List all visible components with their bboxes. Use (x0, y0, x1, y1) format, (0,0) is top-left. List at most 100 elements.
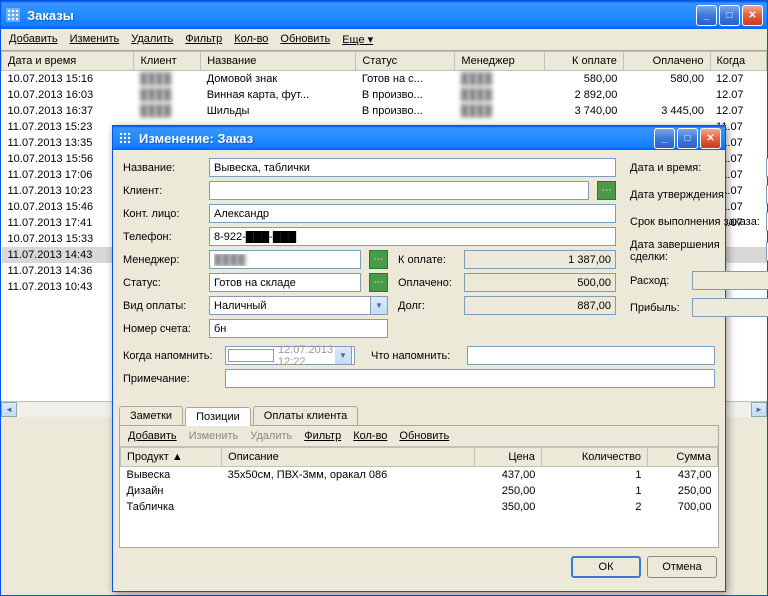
table-row[interactable]: Вывеска35х50см, ПВХ-3мм, оракал 086437,0… (121, 467, 718, 484)
name-input[interactable] (209, 158, 616, 177)
column-header[interactable]: Продукт ▲ (121, 448, 222, 467)
closedate-label: Дата завершения сделки: (630, 239, 760, 263)
toolbar-item[interactable]: Добавить (128, 430, 177, 442)
minimize-button[interactable]: _ (696, 5, 717, 26)
column-header[interactable]: Клиент (134, 52, 201, 71)
remindwhat-label: Что напомнить: (371, 350, 461, 362)
main-title: Заказы (27, 8, 696, 23)
column-header[interactable]: Когда (710, 52, 766, 71)
maximize-button[interactable]: □ (677, 128, 698, 149)
column-header[interactable]: Сумма (647, 448, 717, 467)
edit-form: Название: Клиент: ⋯ Конт. лицо: Телефон: (113, 150, 725, 400)
paytype-input[interactable] (209, 296, 371, 315)
chevron-down-icon[interactable]: ▼ (335, 346, 352, 365)
toolbar-item: Удалить (250, 430, 292, 442)
client-input[interactable] (209, 181, 589, 200)
column-header[interactable]: Статус (356, 52, 455, 71)
profit-field (692, 298, 768, 317)
column-header[interactable]: Дата и время (2, 52, 134, 71)
tab[interactable]: Оплаты клиента (253, 406, 359, 425)
scroll-right-icon[interactable]: ► (751, 402, 767, 417)
deadline-label: Срок выполнения заказа: (630, 216, 760, 228)
datetime-label: Дата и время: (630, 162, 760, 174)
paid-field (464, 273, 616, 292)
items-panel: Добавить Изменить Удалить Фильтр Кол-во Обнов… (119, 425, 719, 548)
manager-label: Менеджер: (123, 254, 203, 266)
status-lookup-button[interactable]: ⋯ (369, 273, 388, 292)
tabs: ЗаметкиПозицииОплаты клиента (113, 406, 725, 425)
column-header[interactable]: Название (201, 52, 356, 71)
main-titlebar[interactable]: Заказы _ □ ✕ (1, 1, 767, 29)
chevron-down-icon[interactable]: ▼ (371, 296, 388, 315)
status-label: Статус: (123, 277, 203, 289)
table-row[interactable]: Дизайн250,001250,00 (121, 483, 718, 499)
toolbar-item: Изменить (189, 430, 239, 442)
approve-label: Дата утверждения: (630, 189, 760, 201)
contact-input[interactable] (209, 204, 616, 223)
toolbar-item[interactable]: Добавить (9, 33, 58, 46)
column-header[interactable]: Количество (541, 448, 647, 467)
status-input[interactable] (209, 273, 361, 292)
table-row[interactable]: 10.07.2013 16:37████ШильдыВ произво...██… (2, 103, 767, 119)
edit-titlebar[interactable]: Изменение: Заказ _ □ ✕ (113, 126, 725, 150)
dialog-buttons: ОК Отмена (113, 548, 725, 586)
manager-lookup-button[interactable]: ⋯ (369, 250, 388, 269)
close-button[interactable]: ✕ (742, 5, 763, 26)
column-header[interactable]: Описание (222, 448, 475, 467)
edit-order-window: Изменение: Заказ _ □ ✕ Название: Клиент:… (112, 125, 726, 592)
expense-field (692, 271, 768, 290)
toolbar-item[interactable]: Обновить (399, 430, 449, 442)
app-icon (5, 7, 21, 23)
debt-label: Долг: (398, 300, 458, 312)
app-icon (117, 130, 133, 146)
topay-field (464, 250, 616, 269)
scroll-left-icon[interactable]: ◄ (1, 402, 17, 417)
client-label: Клиент: (123, 185, 203, 197)
items-grid[interactable]: Продукт ▲ОписаниеЦенаКоличествоСуммаВыве… (120, 447, 718, 547)
phone-input[interactable] (209, 227, 616, 246)
client-lookup-button[interactable]: ⋯ (597, 181, 616, 200)
toolbar-item[interactable]: Обновить (280, 33, 330, 46)
column-header[interactable]: К оплате (545, 52, 624, 71)
paytype-label: Вид оплаты: (123, 300, 203, 312)
paid-label: Оплачено: (398, 277, 458, 289)
checkbox-icon[interactable] (228, 349, 274, 362)
cancel-button[interactable]: Отмена (647, 556, 717, 578)
profit-label: Прибыль: (630, 302, 686, 314)
items-toolbar: Добавить Изменить Удалить Фильтр Кол-во Обнов… (120, 426, 718, 447)
contact-label: Конт. лицо: (123, 208, 203, 220)
expense-label: Расход: (630, 275, 686, 287)
topay-label: К оплате: (398, 254, 458, 266)
close-button[interactable]: ✕ (700, 128, 721, 149)
toolbar-item[interactable]: Удалить (131, 33, 173, 46)
table-row[interactable]: 10.07.2013 16:03████Винная карта, фут...… (2, 87, 767, 103)
note-input[interactable] (225, 369, 715, 388)
table-row[interactable]: Табличка350,002700,00 (121, 499, 718, 515)
account-input[interactable] (209, 319, 388, 338)
toolbar-item[interactable]: Фильтр (304, 430, 341, 442)
maximize-button[interactable]: □ (719, 5, 740, 26)
toolbar-item[interactable]: Кол-во (353, 430, 387, 442)
main-toolbar: Добавить Изменить Удалить Фильтр Кол-во Обнов… (1, 29, 767, 51)
remindwhen-input[interactable]: 12.07.2013 12:22▼ (225, 346, 355, 365)
column-header[interactable]: Цена (474, 448, 541, 467)
phone-label: Телефон: (123, 231, 203, 243)
minimize-button[interactable]: _ (654, 128, 675, 149)
remindwhen-label: Когда напомнить: (123, 350, 219, 362)
debt-field (464, 296, 616, 315)
tab[interactable]: Позиции (185, 407, 251, 426)
column-header[interactable]: Оплачено (623, 52, 710, 71)
name-label: Название: (123, 162, 203, 174)
ok-button[interactable]: ОК (571, 556, 641, 578)
manager-input[interactable] (209, 250, 361, 269)
toolbar-item[interactable]: Изменить (70, 33, 120, 46)
table-row[interactable]: 10.07.2013 15:16████Домовой знакГотов на… (2, 71, 767, 88)
toolbar-item[interactable]: Фильтр (185, 33, 222, 46)
remindwhat-input[interactable] (467, 346, 715, 365)
toolbar-item[interactable]: Еще ▾ (342, 33, 373, 46)
column-header[interactable]: Менеджер (455, 52, 545, 71)
tab[interactable]: Заметки (119, 406, 183, 425)
account-label: Номер счета: (123, 323, 203, 335)
toolbar-item[interactable]: Кол-во (234, 33, 268, 46)
note-label: Примечание: (123, 373, 219, 385)
